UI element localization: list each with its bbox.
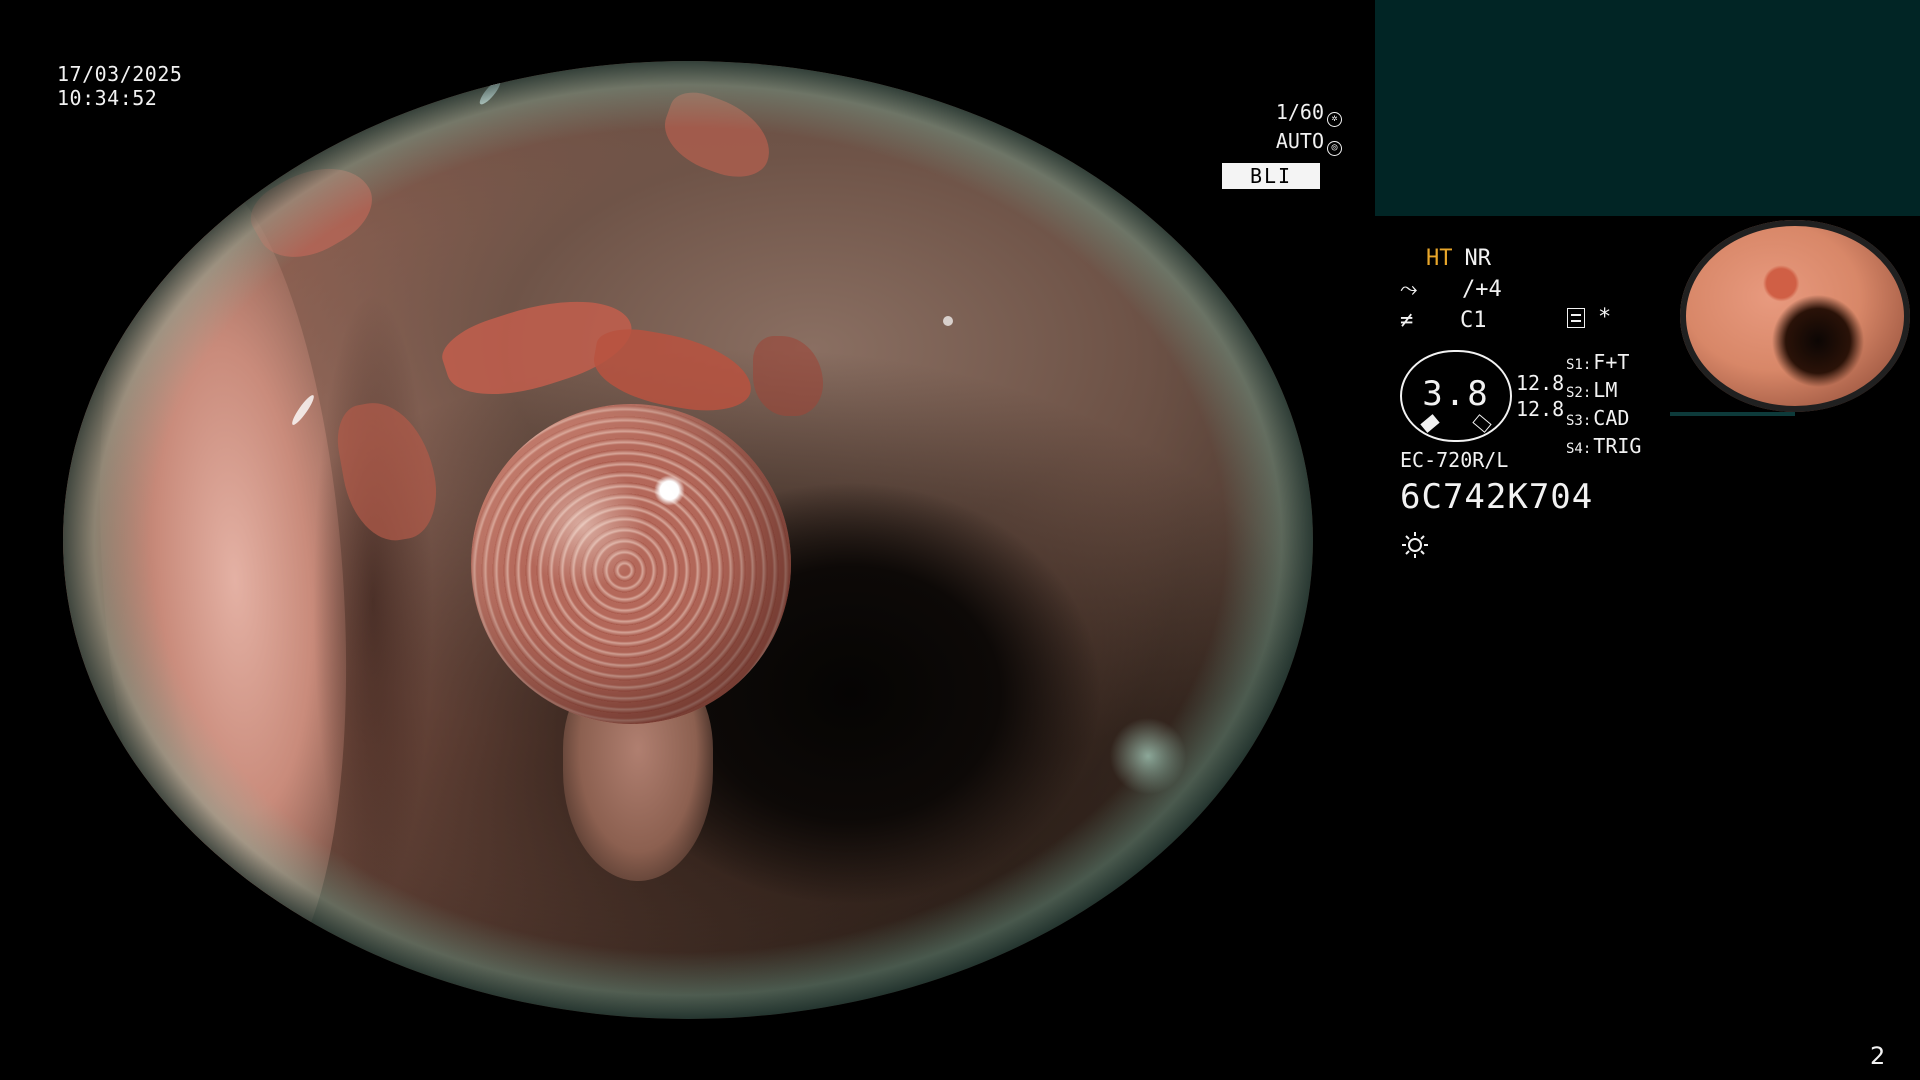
gauge-value: 3.8: [1422, 374, 1490, 414]
switch-key: S3:: [1566, 413, 1592, 429]
date-text: 17/03/2025: [57, 62, 183, 86]
scope-switch: S1: F+T: [1566, 350, 1641, 378]
scope-model: EC-720R/L: [1400, 448, 1509, 472]
auto-iris-icon: ◎: [1327, 141, 1342, 156]
switch-value: TRIG: [1593, 434, 1642, 458]
switch-key: S1:: [1566, 357, 1592, 373]
structure-enhance-icon: ⤳: [1400, 277, 1418, 302]
scope-serial: 6C742K704: [1400, 477, 1594, 517]
time-text: 10:34:52: [57, 86, 158, 110]
switch-value: F+T: [1593, 350, 1630, 374]
gauge-right-value: 12.8: [1516, 397, 1565, 421]
switch-value: LM: [1593, 378, 1618, 402]
gauge-left-value: 12.8: [1516, 371, 1565, 395]
endoscopy-screen: 17/03/2025 10:34:52 1/60 ✲ AUTO ◎ BLI HT NR…: [0, 0, 1920, 1080]
switch-key: S4:: [1566, 441, 1592, 457]
switch-key: S2:: [1566, 385, 1592, 401]
processing-status: HT NR ⤳ /+4 ≠ C1: [1400, 243, 1660, 336]
switch-value: CAD: [1593, 406, 1630, 430]
date-time: 17/03/2025 10:34:52: [57, 62, 182, 110]
gauge-marker-right: [1472, 414, 1492, 433]
scope-switches: S1: F+T S2: LM S3: CAD S4: TRIG: [1566, 350, 1641, 462]
page-number: 2: [1870, 1042, 1886, 1070]
color-mode-icon: ≠: [1400, 308, 1414, 333]
gauge-marker-left: [1420, 414, 1440, 433]
ht-indicator: HT: [1426, 246, 1453, 271]
light-mode-badge: BLI: [1222, 163, 1320, 189]
light-source-icon: [1402, 532, 1428, 558]
nr-indicator: NR: [1464, 246, 1492, 271]
iris-mode: AUTO: [1275, 129, 1324, 153]
info-panel-top: [1375, 0, 1920, 216]
scope-switch: S3: CAD: [1566, 406, 1641, 434]
view-rim: [63, 61, 1313, 1019]
light-reflection: [365, 73, 407, 107]
scope-switch: S2: LM: [1566, 378, 1641, 406]
shutter-speed: 1/60: [1275, 100, 1324, 124]
color-value: C1: [1460, 308, 1487, 333]
gauge-side-values: 12.8 12.8: [1516, 370, 1564, 422]
shutter-icon: ✲: [1327, 112, 1342, 127]
thumbnail-view: [1670, 216, 1920, 416]
memo-icon: [1567, 308, 1585, 328]
enhancement-value: /+4: [1462, 277, 1502, 302]
asterisk-indicator: *: [1598, 305, 1612, 330]
thumbnail-image: [1680, 220, 1910, 412]
scope-switch: S4: TRIG: [1566, 434, 1641, 462]
endoscopic-view: [63, 61, 1313, 1019]
zoom-gauge: 3.8: [1400, 350, 1512, 442]
exposure-info: 1/60 ✲ AUTO ◎: [1222, 98, 1342, 156]
thumbnail-bar: [1670, 412, 1795, 416]
